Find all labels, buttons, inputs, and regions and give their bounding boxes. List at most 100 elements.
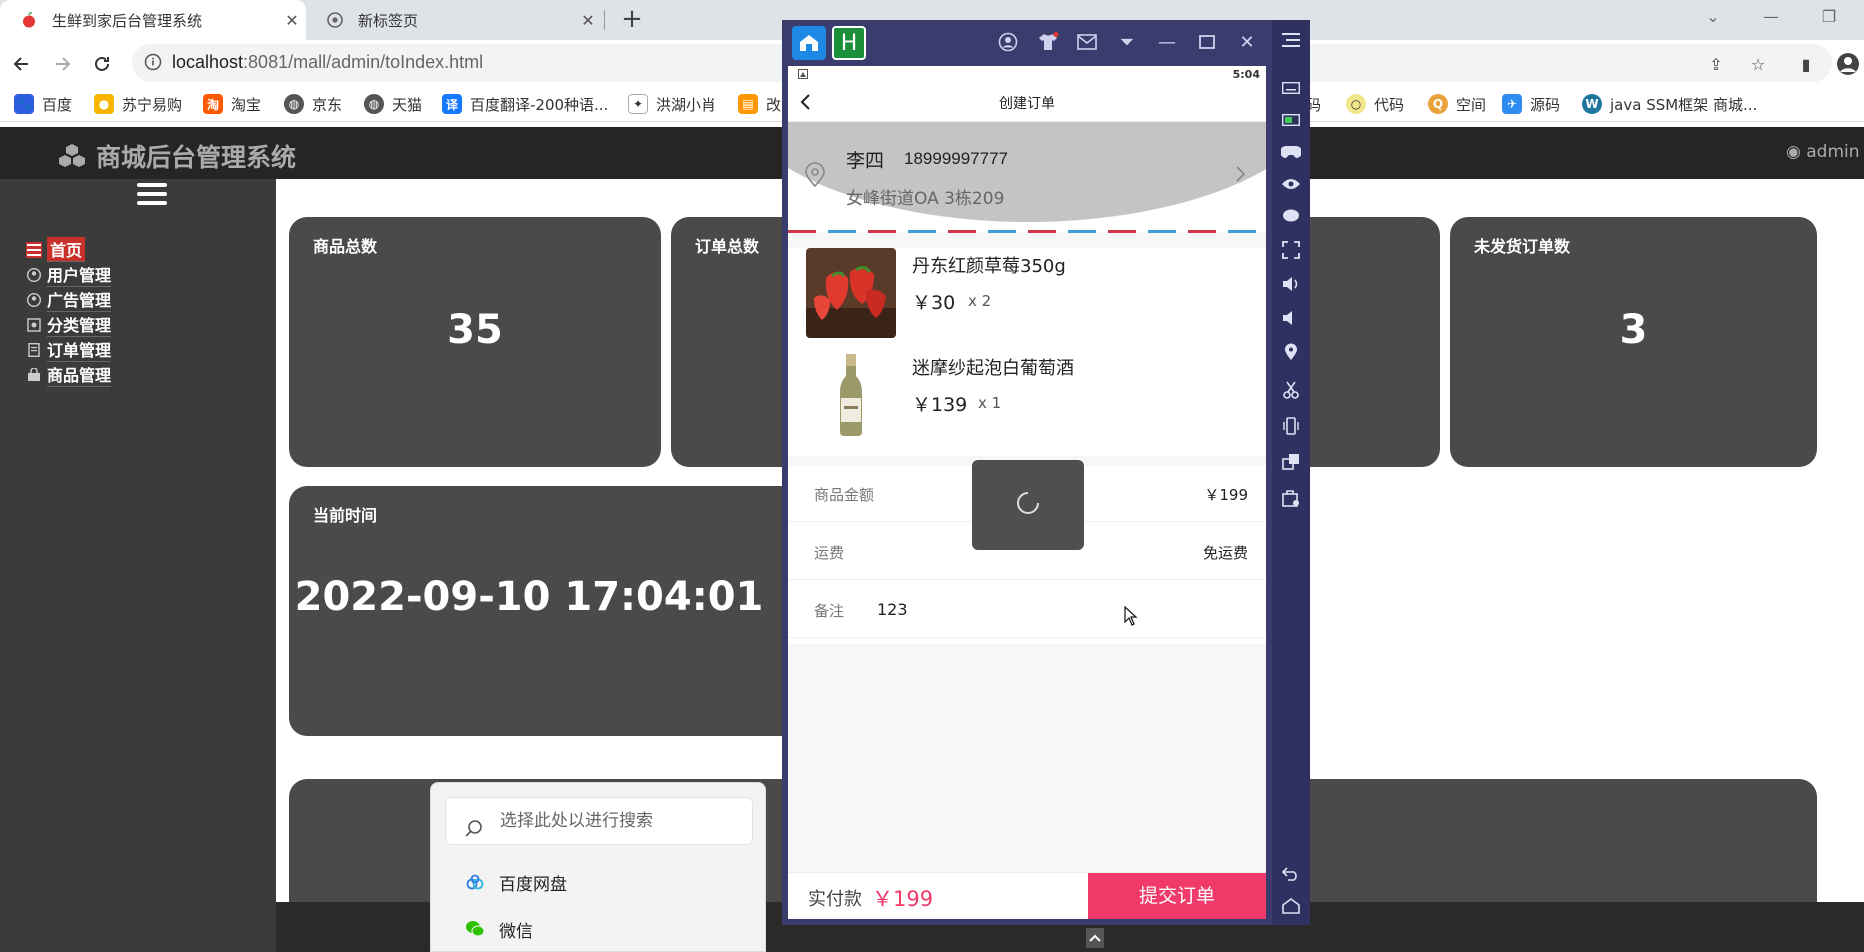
status-time: 5:04 [1232,68,1260,81]
summary-row-memo[interactable]: 备注 123 [788,582,1266,638]
shirt-icon[interactable] [1035,30,1061,54]
info-icon[interactable] [144,53,162,75]
maximize-icon[interactable] [1194,30,1220,54]
start-search-input[interactable]: 选择此处以进行搜索 [445,797,753,845]
scissors-icon[interactable] [1281,380,1301,400]
summary-label: 商品金额 [814,486,875,504]
address-card[interactable]: 李四 18999997777 女峰街道OA 3栋209 [788,122,1266,232]
bookmark-baidu[interactable]: 🐾 百度 [14,92,72,116]
hbuilder-app-icon[interactable]: H [832,26,866,60]
sidebar-item-ads[interactable]: 广告管理 [26,287,112,312]
bookmark-honghu[interactable]: ✦ 洪湖小肖 [628,92,716,116]
multi-window-icon[interactable] [1281,452,1301,472]
list-icon [26,241,42,258]
profile-icon[interactable] [1834,50,1862,78]
bookmark-label: 改 [766,95,782,114]
back-icon[interactable] [6,48,38,80]
account-icon[interactable] [995,30,1021,54]
bookmark-space[interactable]: Q 空间 [1428,92,1486,116]
goods-name: 丹东红颜草莓350g [912,256,1066,277]
bookmark-label: 百度 [42,95,73,114]
sidepanel-icon[interactable]: ▮ [1792,50,1820,78]
bookmark-source[interactable]: ✈ 源码 [1502,92,1560,116]
summary-value: 免运费 [1202,544,1248,562]
close-icon[interactable]: ✕ [278,11,306,30]
share-icon[interactable]: ⇪ [1702,50,1730,78]
search-placeholder: 选择此处以进行搜索 [500,811,653,831]
mail-icon[interactable] [1074,30,1100,54]
bookmark-code[interactable]: ○ 代码 [1346,92,1404,116]
card-hidden [1310,217,1440,467]
restore-icon[interactable]: ❐ [1806,0,1852,36]
volume-down-icon[interactable] [1281,308,1301,328]
eye-icon[interactable] [1281,174,1301,194]
emulator-titlebar: H ⏷ — ✕ [782,20,1272,64]
card-value: 2022-09-10 17:04:01 [294,574,764,620]
memo-input[interactable]: 123 [877,600,908,619]
sidebar-item-categories[interactable]: 分类管理 [26,312,112,337]
goods-item[interactable]: 迷摩纱起泡白葡萄酒 ￥139 x 1 [788,350,1266,450]
home-nav-icon[interactable] [1281,896,1301,916]
bookmark-gai[interactable]: ▤ 改 [738,92,781,116]
back-nav-icon[interactable] [1281,864,1301,884]
pay-label: 实付款 [808,889,862,910]
sidebar-item-goods[interactable]: 商品管理 [26,362,112,387]
card-goods-total: 商品总数 35 [289,217,661,467]
sidebar-item-label: 广告管理 [47,287,112,312]
bookmark-fanyi[interactable]: 译百度翻译-200种语... [442,92,608,116]
volume-up-icon[interactable] [1281,274,1301,294]
close-icon[interactable]: ✕ [1234,30,1260,54]
submit-order-button[interactable]: 提交订单 [1088,873,1266,919]
suning-icon: ● [94,94,114,114]
bookmark-tmall[interactable]: ◍ 天猫 [364,92,422,116]
sidebar-item-users[interactable]: 用户管理 [26,262,112,287]
code-icon: ○ [1346,94,1366,114]
wordpress-icon: W [1582,94,1602,114]
category-icon [26,317,42,333]
bookmark-jd[interactable]: ◍ 京东 [284,92,342,116]
start-item-wechat[interactable]: 微信 [465,916,533,942]
gamepad-icon[interactable] [1281,142,1301,162]
sidebar-item-orders[interactable]: 订单管理 [26,337,112,362]
chat-icon[interactable] [1281,206,1301,226]
forward-icon[interactable] [46,48,78,80]
bookmark-ssm[interactable]: Wjava SSM框架 商城... [1582,92,1757,116]
admin-user-menu[interactable]: ◉ admin [1786,142,1860,162]
shake-icon[interactable] [1281,416,1301,436]
order-navbar: 创建订单 [788,84,1266,122]
sidebar-item-home[interactable]: 首页 [26,237,111,262]
bookmark-suning[interactable]: ● 苏宁易购 [94,92,182,116]
apk-install-icon[interactable] [1281,488,1301,508]
receiver-phone: 18999997777 [904,149,1009,168]
tab-new[interactable]: 新标签页 ✕ [306,0,602,40]
receiver-address: 女峰街道OA 3栋209 [846,189,1005,209]
tab-search-icon[interactable]: ⌄ [1690,0,1736,36]
minimize-icon[interactable]: — [1748,0,1794,36]
card-unshipped: 未发货订单数 3 [1450,217,1817,467]
taskbar-caret-up-icon[interactable] [1086,928,1104,948]
start-item-baidupan[interactable]: 百度网盘 [465,869,567,895]
bookmark-label: 百度翻译-200种语... [470,95,609,114]
goods-item[interactable]: 丹东红颜草莓350g ￥30 x 2 [788,248,1266,348]
page-title: 创建订单 [999,96,1055,112]
keyboard-icon[interactable] [1281,78,1301,98]
phone-screen: 5:04 创建订单 李四 18999997777 女峰街道OA 3栋209 丹东… [788,66,1266,919]
admin-title: 商城后台管理系统 [58,138,296,174]
close-icon[interactable]: ✕ [574,11,602,30]
bookmark-taobao[interactable]: 淘淘宝 [203,92,261,116]
fullscreen-icon[interactable] [1281,240,1301,260]
user-icon [26,267,42,283]
card-title: 订单总数 [695,237,760,256]
location-icon[interactable] [1281,342,1301,362]
star-icon[interactable]: ☆ [1744,50,1772,78]
dropdown-icon[interactable]: ⏷ [1114,30,1140,54]
battery-icon[interactable] [1281,110,1301,130]
minimize-icon[interactable]: — [1154,30,1180,54]
expand-menu-icon[interactable] [1281,30,1301,50]
tab-admin[interactable]: 生鲜到家后台管理系统 ✕ [0,0,306,40]
home-app-icon[interactable] [792,26,826,60]
menu-toggle-icon[interactable] [137,183,167,209]
new-tab-button[interactable]: + [616,4,648,36]
bookmark-label: 苏宁易购 [122,95,183,114]
reload-icon[interactable] [86,48,118,80]
